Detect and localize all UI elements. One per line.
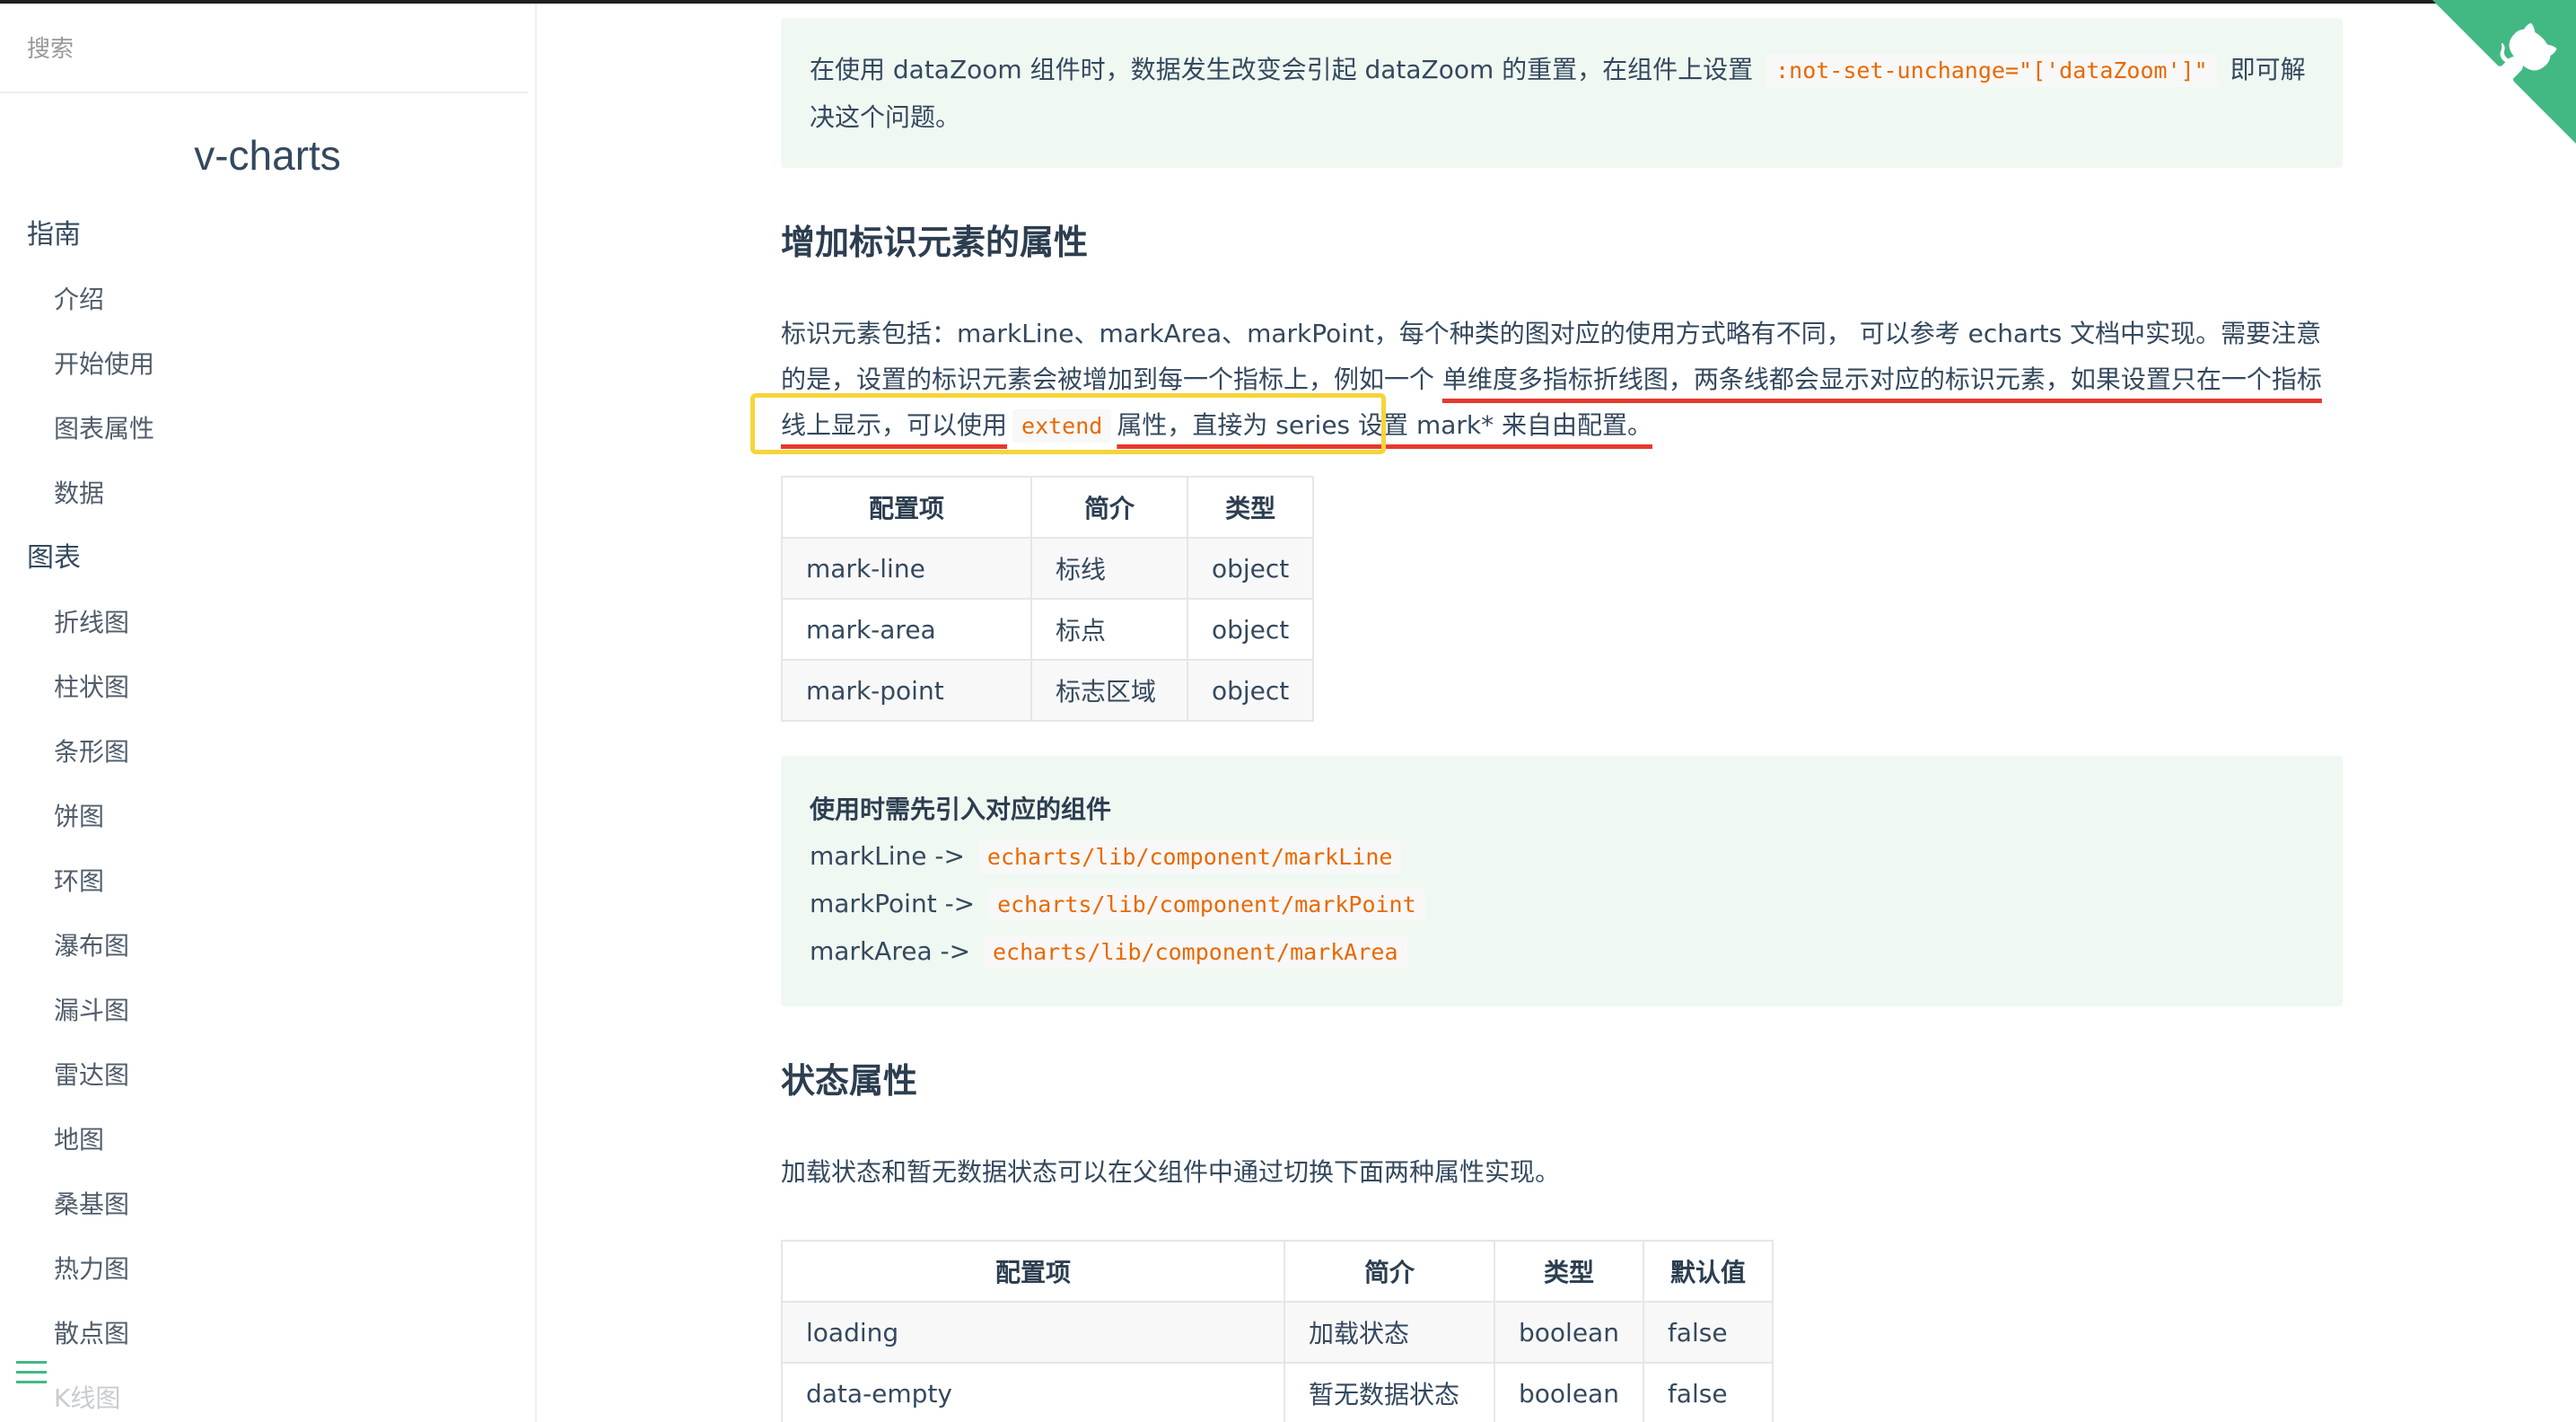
table-cell: 暂无数据状态 xyxy=(1284,1362,1495,1422)
import-path: echarts/lib/component/markLine xyxy=(977,840,1402,873)
state-description: 加载状态和暂无数据状态可以在父组件中通过切换下面两种属性实现。 xyxy=(781,1157,1561,1187)
mark-description: 标识元素包括：markLine、markArea、markPoint，每个种类的… xyxy=(750,311,2343,454)
sidebar-item-scatter[interactable]: 散点图 xyxy=(0,1302,535,1366)
sidebar-item-waterfall[interactable]: 瀑布图 xyxy=(0,914,535,979)
sidebar: v-charts 指南 介绍 开始使用 图表属性 数据 图表 折线图 柱状图 条… xyxy=(0,4,537,1422)
table-row: data-empty 暂无数据状态 boolean false xyxy=(781,1362,1774,1422)
sidebar-item-line[interactable]: 折线图 xyxy=(0,591,535,655)
table-row: mark-line 标线 object xyxy=(781,537,1315,600)
sidebar-item-candle[interactable]: K线图 xyxy=(0,1366,535,1422)
table-cell: mark-point xyxy=(781,659,1032,722)
sidebar-item-getting-started[interactable]: 开始使用 xyxy=(0,332,535,397)
table-cell: mark-area xyxy=(781,598,1032,661)
sidebar-item-funnel[interactable]: 漏斗图 xyxy=(0,979,535,1043)
sidebar-item-pie[interactable]: 饼图 xyxy=(0,785,535,849)
table-row: loading 加载状态 boolean false xyxy=(781,1301,1774,1364)
table-cell: boolean xyxy=(1494,1301,1644,1364)
tip-datazoom: 在使用 dataZoom 组件时，数据发生改变会引起 dataZoom 的重置，… xyxy=(781,18,2343,168)
table-cell: mark-line xyxy=(781,537,1032,600)
table-header: 配置项 xyxy=(781,1240,1285,1303)
search-bar xyxy=(0,4,528,93)
main-content: 在使用 dataZoom 组件时，数据发生改变会引起 dataZoom 的重置，… xyxy=(750,18,2343,1422)
table-cell: loading xyxy=(781,1301,1285,1364)
table-header: 类型 xyxy=(1186,476,1315,539)
table-cell: object xyxy=(1186,537,1315,600)
table-row: mark-area 标点 object xyxy=(781,598,1315,661)
import-path: echarts/lib/component/markPoint xyxy=(988,888,1425,921)
sidebar-nav: 指南 介绍 开始使用 图表属性 数据 图表 折线图 柱状图 条形图 饼图 环图 … xyxy=(0,203,535,1422)
mark-props-table: 配置项 简介 类型 mark-line 标线 object mark-area … xyxy=(781,476,1315,722)
search-input[interactable] xyxy=(27,36,476,63)
nav-group-guide: 指南 xyxy=(27,219,81,250)
table-cell: data-empty xyxy=(781,1362,1285,1422)
table-cell: object xyxy=(1186,598,1315,661)
import-line-markarea: markArea -> echarts/lib/component/markAr… xyxy=(810,928,2314,976)
table-header-row: 配置项 简介 类型 xyxy=(781,476,1315,539)
table-header: 简介 xyxy=(1030,476,1188,539)
import-path: echarts/lib/component/markArea xyxy=(983,935,1407,969)
table-cell: 加载状态 xyxy=(1284,1301,1495,1364)
sidebar-item-histogram[interactable]: 柱状图 xyxy=(0,655,535,720)
table-cell: object xyxy=(1186,659,1315,722)
import-label: markPoint -> xyxy=(810,889,976,918)
sidebar-item-ring[interactable]: 环图 xyxy=(0,849,535,914)
table-cell: 标点 xyxy=(1030,598,1188,661)
table-cell: boolean xyxy=(1494,1362,1644,1422)
table-header-row: 配置项 简介 类型 默认值 xyxy=(781,1240,1774,1303)
import-label: markArea -> xyxy=(810,936,971,966)
table-cell: false xyxy=(1642,1362,1774,1422)
table-header: 配置项 xyxy=(781,476,1032,539)
tip-text-before: 在使用 dataZoom 组件时，数据发生改变会引起 dataZoom 的重置，… xyxy=(810,55,1754,84)
import-line-markline: markLine -> echarts/lib/component/markLi… xyxy=(810,833,2314,881)
table-row: mark-point 标志区域 object xyxy=(781,659,1315,722)
app-name[interactable]: v-charts xyxy=(0,131,535,203)
sidebar-item-intro[interactable]: 介绍 xyxy=(0,268,535,332)
table-cell: 标线 xyxy=(1030,537,1188,600)
sidebar-item-sankey[interactable]: 桑基图 xyxy=(0,1172,535,1237)
github-octocat-icon[interactable] xyxy=(2432,0,2576,144)
annotation-yellow-box xyxy=(750,393,1386,454)
table-header: 类型 xyxy=(1494,1240,1644,1303)
state-props-table: 配置项 简介 类型 默认值 loading 加载状态 boolean false… xyxy=(781,1240,1774,1422)
sidebar-item-data[interactable]: 数据 xyxy=(0,461,535,526)
table-header: 简介 xyxy=(1284,1240,1495,1303)
hamburger-menu-icon[interactable] xyxy=(16,1361,47,1386)
table-cell: 标志区域 xyxy=(1030,659,1188,722)
import-label: markLine -> xyxy=(810,841,965,871)
sidebar-item-bar[interactable]: 条形图 xyxy=(0,720,535,785)
nav-group-charts: 图表 xyxy=(27,542,81,574)
tip-import-components: 使用时需先引入对应的组件 markLine -> echarts/lib/com… xyxy=(781,756,2343,1006)
tip-code: :not-set-unchange="['dataZoom']" xyxy=(1766,54,2217,87)
tip-title: 使用时需先引入对应的组件 xyxy=(810,794,1112,824)
section-title-state[interactable]: 状态属性 xyxy=(781,1053,2343,1102)
import-line-markpoint: markPoint -> echarts/lib/component/markP… xyxy=(810,881,2314,928)
sidebar-item-heatmap[interactable]: 热力图 xyxy=(0,1237,535,1302)
sidebar-item-chart-props[interactable]: 图表属性 xyxy=(0,397,535,461)
sidebar-item-radar[interactable]: 雷达图 xyxy=(0,1043,535,1108)
sidebar-item-map[interactable]: 地图 xyxy=(0,1108,535,1172)
table-header: 默认值 xyxy=(1642,1240,1774,1303)
section-title-mark[interactable]: 增加标识元素的属性 xyxy=(781,215,2343,264)
table-cell: false xyxy=(1642,1301,1774,1364)
